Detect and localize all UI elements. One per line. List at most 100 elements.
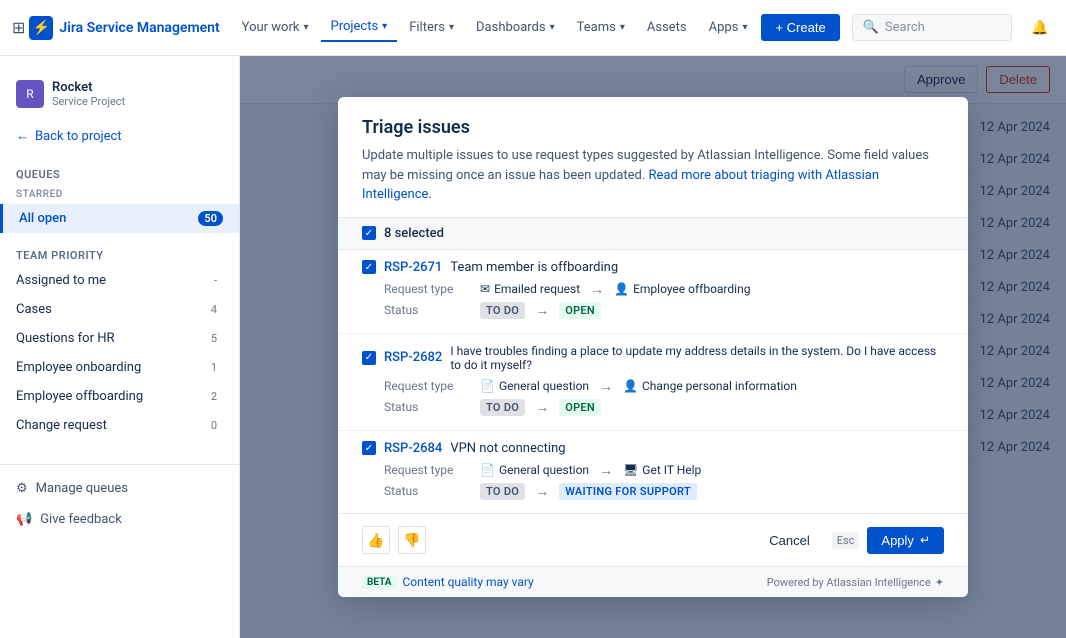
modal-header: Triage issues Update multiple issues to … <box>338 97 968 217</box>
status-to-badge: OPEN <box>559 302 601 319</box>
nav-icons: 🔔 ? ⚙ U <box>1024 12 1066 44</box>
status-from-badge: TO DO <box>480 399 525 416</box>
chevron-down-icon: ▾ <box>620 22 625 33</box>
list-item: ✓ RSP-2671 Team member is offboarding Re… <box>338 250 968 334</box>
chevron-down-icon: ▾ <box>303 22 308 33</box>
content-quality-link[interactable]: Content quality may vary <box>403 575 534 589</box>
status-row: Status TO DO → OPEN <box>384 399 944 416</box>
issue-checkbox[interactable]: ✓ <box>362 260 376 274</box>
list-item: ✓ RSP-2684 VPN not connecting Request ty… <box>338 431 968 514</box>
sidebar-item-all-open[interactable]: All open 50 <box>0 204 239 233</box>
request-type-row: Request type 📄 General question → 👤 Chan… <box>384 378 944 395</box>
issue-key[interactable]: RSP-2671 <box>384 260 442 275</box>
triage-modal: Triage issues Update multiple issues to … <box>338 97 968 597</box>
project-info: Rocket Service Project <box>52 80 125 108</box>
onboarding-badge: 1 <box>205 360 223 375</box>
project-name: Rocket <box>52 80 125 95</box>
modal-title: Triage issues <box>362 117 944 138</box>
search-icon: 🔍 <box>863 20 879 35</box>
main-area: R Rocket Service Project ← Back to proje… <box>0 56 1066 638</box>
status-row: Status TO DO → WAITING FOR SUPPORT <box>384 483 944 500</box>
status-from-badge: TO DO <box>480 302 525 319</box>
status-to-badge: WAITING FOR SUPPORT <box>559 483 697 500</box>
apps-nav[interactable]: Apps ▾ <box>699 14 758 41</box>
issue-title: Team member is offboarding <box>450 260 618 275</box>
gear-icon: ⚙ <box>16 481 28 496</box>
notification-icon[interactable]: 🔔 <box>1024 12 1056 44</box>
issue-checkbox[interactable]: ✓ <box>362 441 376 455</box>
cases-badge: 4 <box>205 302 223 317</box>
back-to-project-btn[interactable]: ← Back to project <box>0 120 239 152</box>
beta-bar-left: BETA Content quality may vary <box>362 575 534 589</box>
request-type-row: Request type ✉ Emailed request → 👤 Emplo… <box>384 281 944 298</box>
change-request-badge: 0 <box>205 418 223 433</box>
arrow-right-icon: → <box>590 281 604 298</box>
manage-queues-btn[interactable]: ⚙ Manage queues <box>0 473 239 504</box>
select-all-row: ✓ 8 selected <box>338 217 968 250</box>
thumbs-down-button[interactable]: 👎 <box>398 526 426 554</box>
help-icon[interactable]: ? <box>1060 12 1066 44</box>
user-icon: 👤 <box>614 282 629 296</box>
thumbs-up-button[interactable]: 👍 <box>362 526 390 554</box>
chevron-down-icon: ▾ <box>550 22 555 33</box>
your-work-nav[interactable]: Your work ▾ <box>232 14 319 41</box>
filters-nav[interactable]: Filters ▾ <box>399 14 464 41</box>
esc-badge: Esc <box>832 532 860 549</box>
sidebar-item-change-request[interactable]: Change request 0 <box>0 411 239 440</box>
status-to-badge: OPEN <box>559 399 601 416</box>
sidebar-item-questions-hr[interactable]: Questions for HR 5 <box>0 324 239 353</box>
issue-details: Request type ✉ Emailed request → 👤 Emplo… <box>338 281 968 333</box>
issue-header: ✓ RSP-2671 Team member is offboarding <box>338 250 968 281</box>
grid-icon[interactable]: ⊞ <box>12 14 25 42</box>
issue-checkbox[interactable]: ✓ <box>362 351 376 365</box>
give-feedback-btn[interactable]: 📢 Give feedback <box>0 504 239 535</box>
feedback-thumbs: 👍 👎 <box>362 526 426 554</box>
create-button[interactable]: + Create <box>761 14 839 41</box>
teams-nav[interactable]: Teams ▾ <box>567 14 635 41</box>
logo-icon: ⚡ <box>29 16 53 40</box>
issue-key[interactable]: RSP-2682 <box>384 350 442 365</box>
request-type-row: Request type 📄 General question → 🖥 Get … <box>384 462 944 479</box>
sidebar-item-offboarding[interactable]: Employee offboarding 2 <box>0 382 239 411</box>
sidebar: R Rocket Service Project ← Back to proje… <box>0 56 240 638</box>
nav-items: Your work ▾ Projects ▾ Filters ▾ Dashboa… <box>232 13 758 42</box>
arrow-right-icon: → <box>535 483 549 500</box>
sidebar-item-assigned[interactable]: Assigned to me - <box>0 266 239 295</box>
content-area: Approve Delete 12 Apr 2024 12 Apr 2024 1… <box>240 56 1066 638</box>
sidebar-item-onboarding[interactable]: Employee onboarding 1 <box>0 353 239 382</box>
issue-details: Request type 📄 General question → 🖥 Get … <box>338 462 968 514</box>
app-logo: ⚡ Jira Service Management <box>29 16 219 40</box>
issue-header: ✓ RSP-2682 I have troubles finding a pla… <box>338 334 968 378</box>
back-arrow-icon: ← <box>16 128 29 144</box>
status-row: Status TO DO → OPEN <box>384 302 944 319</box>
assigned-badge: - <box>208 273 223 288</box>
sidebar-item-cases[interactable]: Cases 4 <box>0 295 239 324</box>
chevron-down-icon: ▾ <box>382 21 387 32</box>
arrow-right-icon: → <box>599 378 613 395</box>
search-input[interactable]: 🔍 Search <box>852 14 1012 41</box>
selected-count-label: 8 selected <box>384 226 444 241</box>
issue-key[interactable]: RSP-2684 <box>384 441 442 456</box>
modal-footer: 👍 👎 Cancel Esc Apply ↵ <box>338 513 968 566</box>
projects-nav[interactable]: Projects ▾ <box>321 13 398 42</box>
email-icon: ✉ <box>480 282 490 296</box>
it-icon: 🖥 <box>623 463 638 477</box>
arrow-right-icon: → <box>535 302 549 319</box>
chevron-down-icon: ▾ <box>742 22 747 33</box>
select-all-checkbox[interactable]: ✓ <box>362 226 376 240</box>
apply-button[interactable]: Apply ↵ <box>867 527 944 554</box>
assets-nav[interactable]: Assets <box>637 14 697 41</box>
issue-title: VPN not connecting <box>450 441 565 456</box>
all-open-badge: 50 <box>198 211 223 226</box>
cancel-button[interactable]: Cancel <box>755 527 823 554</box>
arrow-right-icon: → <box>599 462 613 479</box>
dashboards-nav[interactable]: Dashboards ▾ <box>466 14 565 41</box>
team-priority-label: TEAM PRIORITY <box>0 241 239 266</box>
project-icon: R <box>16 80 44 108</box>
navbar: ⊞ ⚡ Jira Service Management Your work ▾ … <box>0 0 1066 56</box>
arrow-right-icon: → <box>535 399 549 416</box>
issue-header: ✓ RSP-2684 VPN not connecting <box>338 431 968 462</box>
project-type: Service Project <box>52 95 125 108</box>
modal-body: ✓ RSP-2671 Team member is offboarding Re… <box>338 250 968 514</box>
doc-icon: 📄 <box>480 463 495 477</box>
